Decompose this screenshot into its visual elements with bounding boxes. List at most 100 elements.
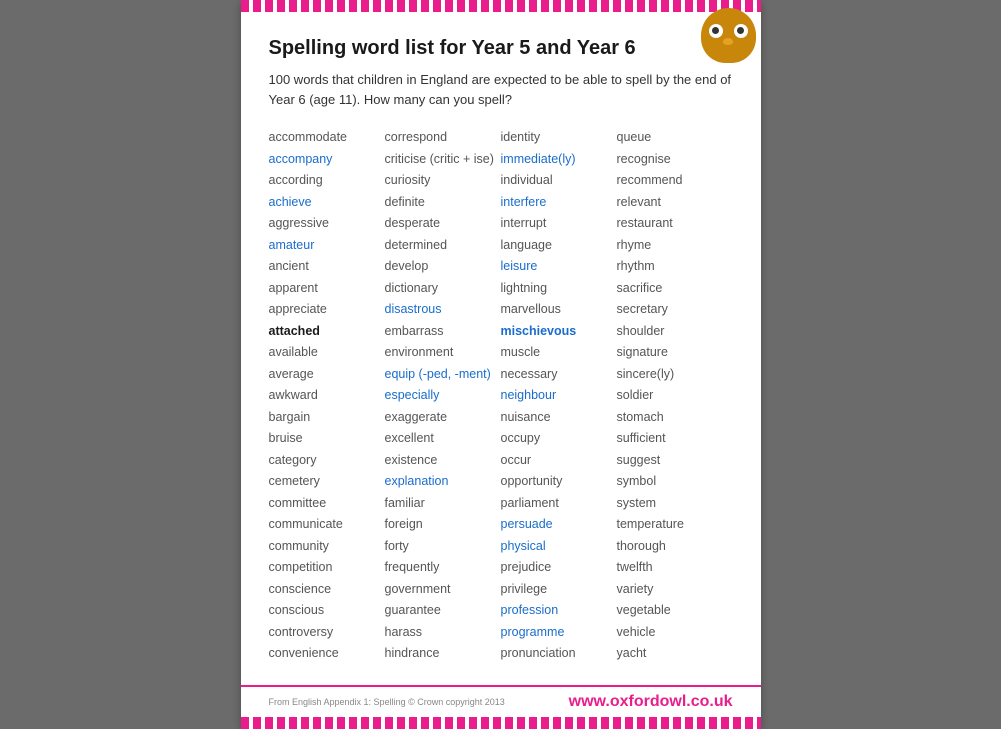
word-columns: accommodateaccompanyaccordingachieveaggr… xyxy=(269,127,733,665)
word-item: available xyxy=(269,342,385,364)
word-item: determined xyxy=(385,235,501,257)
word-item: average xyxy=(269,364,385,386)
word-item: pronunciation xyxy=(501,643,617,665)
word-item: privilege xyxy=(501,579,617,601)
word-column-4: queuerecogniserecommendrelevantrestauran… xyxy=(617,127,733,665)
word-item: yacht xyxy=(617,643,733,665)
word-item: marvellous xyxy=(501,299,617,321)
word-item: harass xyxy=(385,622,501,644)
word-item: criticise (critic + ise) xyxy=(385,149,501,171)
word-item: curiosity xyxy=(385,170,501,192)
word-item: muscle xyxy=(501,342,617,364)
word-item: aggressive xyxy=(269,213,385,235)
word-item: programme xyxy=(501,622,617,644)
word-item: according xyxy=(269,170,385,192)
word-item: hindrance xyxy=(385,643,501,665)
word-item: explanation xyxy=(385,471,501,493)
word-item: rhyme xyxy=(617,235,733,257)
word-item: mischievous xyxy=(501,321,617,343)
word-item: signature xyxy=(617,342,733,364)
word-item: restaurant xyxy=(617,213,733,235)
word-item: vegetable xyxy=(617,600,733,622)
word-item: excellent xyxy=(385,428,501,450)
word-item: desperate xyxy=(385,213,501,235)
word-item: committee xyxy=(269,493,385,515)
word-item: suggest xyxy=(617,450,733,472)
word-item: communicate xyxy=(269,514,385,536)
word-item: sufficient xyxy=(617,428,733,450)
word-item: apparent xyxy=(269,278,385,300)
page-subtitle: 100 words that children in England are e… xyxy=(269,70,733,109)
word-item: recommend xyxy=(617,170,733,192)
word-item: parliament xyxy=(501,493,617,515)
word-item: bargain xyxy=(269,407,385,429)
word-item: recognise xyxy=(617,149,733,171)
word-item: familiar xyxy=(385,493,501,515)
word-item: community xyxy=(269,536,385,558)
word-item: conscious xyxy=(269,600,385,622)
word-column-1: accommodateaccompanyaccordingachieveaggr… xyxy=(269,127,385,665)
page-container: Spelling word list for Year 5 and Year 6… xyxy=(241,0,761,729)
word-item: accompany xyxy=(269,149,385,171)
word-item: opportunity xyxy=(501,471,617,493)
word-item: amateur xyxy=(269,235,385,257)
word-item: controversy xyxy=(269,622,385,644)
word-item: achieve xyxy=(269,192,385,214)
word-item: twelfth xyxy=(617,557,733,579)
top-border xyxy=(241,0,761,12)
bottom-border xyxy=(241,717,761,729)
word-item: thorough xyxy=(617,536,733,558)
word-item: relevant xyxy=(617,192,733,214)
word-item: appreciate xyxy=(269,299,385,321)
page-title: Spelling word list for Year 5 and Year 6 xyxy=(269,37,733,60)
footer: From English Appendix 1: Spelling © Crow… xyxy=(241,685,761,717)
word-item: frequently xyxy=(385,557,501,579)
word-item: accommodate xyxy=(269,127,385,149)
word-item: vehicle xyxy=(617,622,733,644)
word-item: shoulder xyxy=(617,321,733,343)
word-item: rhythm xyxy=(617,256,733,278)
footer-copyright: From English Appendix 1: Spelling © Crow… xyxy=(269,697,505,707)
word-item: profession xyxy=(501,600,617,622)
word-item: embarrass xyxy=(385,321,501,343)
word-item: neighbour xyxy=(501,385,617,407)
word-item: ancient xyxy=(269,256,385,278)
word-item: sincere(ly) xyxy=(617,364,733,386)
word-item: nuisance xyxy=(501,407,617,429)
word-item: prejudice xyxy=(501,557,617,579)
word-item: cemetery xyxy=(269,471,385,493)
word-item: definite xyxy=(385,192,501,214)
word-item: existence xyxy=(385,450,501,472)
word-item: stomach xyxy=(617,407,733,429)
word-item: conscience xyxy=(269,579,385,601)
word-item: interrupt xyxy=(501,213,617,235)
word-item: develop xyxy=(385,256,501,278)
word-item: foreign xyxy=(385,514,501,536)
word-item: symbol xyxy=(617,471,733,493)
word-item: equip (-ped, -ment) xyxy=(385,364,501,386)
word-column-3: identityimmediate(ly)individualinterfere… xyxy=(501,127,617,665)
word-item: category xyxy=(269,450,385,472)
word-item: awkward xyxy=(269,385,385,407)
word-item: system xyxy=(617,493,733,515)
word-item: competition xyxy=(269,557,385,579)
word-item: occupy xyxy=(501,428,617,450)
word-item: occur xyxy=(501,450,617,472)
owl-decoration xyxy=(696,0,761,65)
word-item: variety xyxy=(617,579,733,601)
word-item: bruise xyxy=(269,428,385,450)
word-item: persuade xyxy=(501,514,617,536)
word-item: necessary xyxy=(501,364,617,386)
word-item: language xyxy=(501,235,617,257)
word-item: sacrifice xyxy=(617,278,733,300)
word-item: lightning xyxy=(501,278,617,300)
main-content: Spelling word list for Year 5 and Year 6… xyxy=(241,12,761,675)
word-item: disastrous xyxy=(385,299,501,321)
word-item: convenience xyxy=(269,643,385,665)
word-item: immediate(ly) xyxy=(501,149,617,171)
word-item: soldier xyxy=(617,385,733,407)
word-item: individual xyxy=(501,170,617,192)
word-item: guarantee xyxy=(385,600,501,622)
word-item: temperature xyxy=(617,514,733,536)
word-item: forty xyxy=(385,536,501,558)
